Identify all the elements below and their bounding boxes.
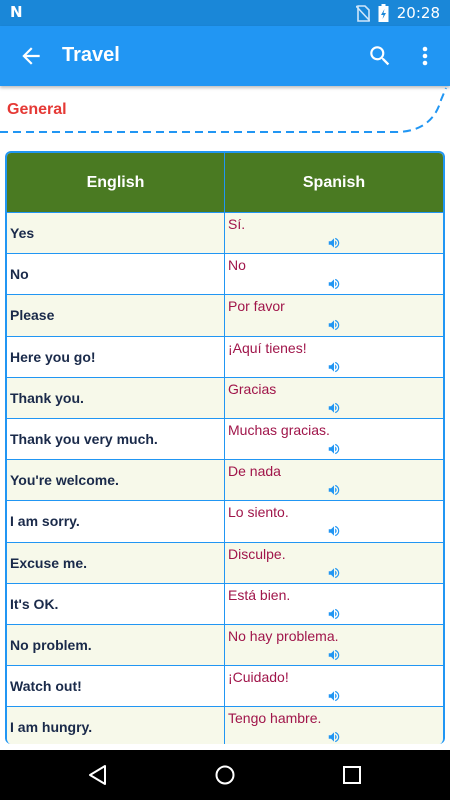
search-icon[interactable] [367,43,393,69]
spanish-phrase: No hay problema. [228,627,339,644]
table-header: English Spanish [7,153,443,213]
english-phrase: I am sorry. [7,501,225,542]
speaker-icon[interactable] [327,401,341,415]
spanish-phrase: No [228,257,246,274]
speaker-icon[interactable] [327,442,341,456]
dashed-divider [0,87,447,133]
navigation-bar [0,750,450,800]
spanish-phrase: ¡Cuidado! [228,669,289,686]
spanish-phrase: Muchas gracias. [228,421,330,438]
english-phrase: I am hungry. [7,707,225,744]
english-phrase: Please [7,295,225,336]
speaker-icon[interactable] [327,277,341,291]
table-row: Please Por favor [7,295,443,337]
home-nav-icon[interactable] [214,764,236,786]
spanish-cell: No hay problema. [225,625,443,665]
table-row: Here you go! ¡Aquí tienes! [7,336,443,378]
app-bar: Travel [0,26,450,86]
spanish-cell: Sí. [225,213,443,253]
more-vert-icon[interactable] [415,43,435,69]
status-bar: N 20:28 [0,0,450,26]
spanish-phrase: Disculpe. [228,545,286,562]
column-header-spanish: Spanish [302,173,366,191]
table-row: Thank you very much. Muchas gracias. [7,418,443,461]
section-header: General [0,86,450,146]
back-nav-icon[interactable] [87,764,109,786]
table-row: Watch out! ¡Cuidado! [7,666,443,708]
spanish-phrase: Tengo hambre. [228,710,322,727]
speaker-icon[interactable] [327,360,341,374]
no-sim-icon [355,4,370,22]
spanish-cell: Gracias [225,378,443,418]
spanish-cell: ¡Aquí tienes! [225,337,443,377]
table-row: You're welcome. De nada [7,460,443,502]
spanish-cell: ¡Cuidado! [225,666,443,706]
spanish-cell: De nada [225,460,443,500]
table-row: Excuse me. Disculpe. [7,542,443,584]
clock: 20:28 [396,4,440,22]
speaker-icon[interactable] [327,318,341,332]
table-row: It's OK. Está bien. [7,583,443,625]
table-body: Yes Sí. No No Please Por favor Here you go! ¡Aq… [7,213,443,744]
spanish-cell: No [225,254,443,294]
spanish-cell: Está bien. [225,584,443,624]
speaker-icon[interactable] [327,730,341,744]
arrow-back-icon[interactable] [18,43,44,69]
phrase-table: English Spanish Yes Sí. No No Please Por favo… [5,151,445,744]
english-phrase: It's OK. [7,583,225,624]
english-phrase: No problem. [7,624,225,666]
spanish-phrase: Por favor [228,298,285,315]
english-phrase: Yes [7,213,225,254]
english-phrase: Thank you. [7,377,225,418]
speaker-icon[interactable] [327,236,341,250]
spanish-phrase: Está bien. [228,586,291,603]
speaker-icon[interactable] [327,566,341,580]
page-title: Travel [62,44,120,66]
english-phrase: Watch out! [7,666,225,707]
section-title: General [7,101,67,118]
spanish-phrase: Gracias [228,380,277,397]
recents-nav-icon[interactable] [342,765,362,785]
speaker-icon[interactable] [327,524,341,538]
english-phrase: No [7,254,225,295]
n-logo-icon: N [10,3,23,21]
spanish-cell: Tengo hambre. [225,707,443,744]
spanish-phrase: Sí. [228,216,246,232]
table-row: No No [7,254,443,296]
table-row: Thank you. Gracias [7,377,443,419]
battery-charging-icon [378,4,389,22]
spanish-cell: Por favor [225,295,443,335]
spanish-phrase: Lo siento. [228,504,289,521]
english-phrase: You're welcome. [7,460,225,501]
column-header-english: English [7,153,225,212]
table-row: I am hungry. Tengo hambre. [7,707,443,744]
speaker-icon[interactable] [327,648,341,662]
table-row: No problem. No hay problema. [7,624,443,667]
speaker-icon[interactable] [327,483,341,497]
table-row: Yes Sí. [7,213,443,255]
english-phrase: Thank you very much. [7,418,225,460]
spanish-phrase: De nada [228,463,281,480]
english-phrase: Here you go! [7,336,225,377]
table-row: I am sorry. Lo siento. [7,501,443,543]
speaker-icon[interactable] [327,607,341,621]
spanish-cell: Disculpe. [225,543,443,583]
spanish-phrase: ¡Aquí tienes! [228,339,307,356]
spanish-cell: Lo siento. [225,501,443,541]
spanish-cell: Muchas gracias. [225,419,443,459]
speaker-icon[interactable] [327,689,341,703]
english-phrase: Excuse me. [7,542,225,583]
